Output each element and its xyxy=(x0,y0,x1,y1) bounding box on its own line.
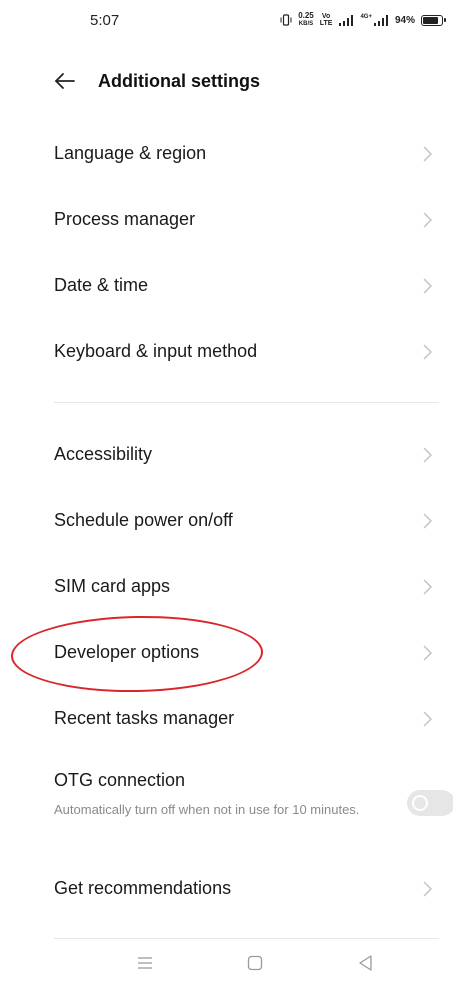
volte-top: Vo xyxy=(321,13,331,20)
speed-value: 0.25 xyxy=(298,11,314,20)
settings-item-label: Process manager xyxy=(54,209,196,229)
volte-bottom: LTE xyxy=(319,20,333,27)
settings-item-accessibility[interactable]: Accessibility xyxy=(0,421,453,487)
chevron-right-icon xyxy=(423,513,433,529)
volte-indicator: Vo LTE xyxy=(320,13,333,27)
settings-item-process-manager[interactable]: Process manager xyxy=(0,186,453,252)
chevron-right-icon xyxy=(423,881,433,897)
settings-item-label: Get recommendations xyxy=(54,878,232,898)
chevron-right-icon xyxy=(423,278,433,294)
chevron-right-icon xyxy=(423,447,433,463)
settings-item-language-region[interactable]: Language & region xyxy=(0,120,453,186)
settings-item-label: SIM card apps xyxy=(54,576,171,596)
settings-item-sublabel: Automatically turn off when not in use f… xyxy=(54,802,360,817)
settings-item-developer-options[interactable]: Developer options xyxy=(0,619,453,685)
signal-icon xyxy=(339,15,354,26)
status-bar: 5:07 0.25 KB/S Vo LTE 4G+ 94% xyxy=(0,0,453,40)
settings-item-sim-card-apps[interactable]: SIM card apps xyxy=(0,553,453,619)
speed-unit: KB/S xyxy=(298,21,314,27)
status-time: 5:07 xyxy=(90,12,120,29)
settings-item-label: Keyboard & input method xyxy=(54,341,258,361)
vibrate-icon xyxy=(280,14,292,26)
settings-item-label: OTG connection xyxy=(54,770,186,790)
header: Additional settings xyxy=(0,58,453,104)
back-triangle-icon[interactable] xyxy=(355,952,377,974)
chevron-right-icon xyxy=(423,344,433,360)
settings-item-label: Recent tasks manager xyxy=(54,708,235,728)
battery-percentage: 94% xyxy=(394,14,415,26)
home-icon[interactable] xyxy=(244,952,266,974)
settings-item-recent-tasks[interactable]: Recent tasks manager xyxy=(0,685,453,751)
signal-icon-2 xyxy=(373,15,388,26)
settings-item-label: Language & region xyxy=(54,143,207,163)
settings-item-otg-connection[interactable]: OTG connection Automatically turn off wh… xyxy=(0,760,453,852)
battery-icon xyxy=(421,14,446,26)
chevron-right-icon xyxy=(423,212,433,228)
menu-icon[interactable] xyxy=(134,952,156,974)
arrow-left-icon[interactable] xyxy=(54,70,76,92)
chevron-right-icon xyxy=(423,146,433,162)
status-icons: 0.25 KB/S Vo LTE 4G+ 94% xyxy=(280,10,446,30)
section-divider xyxy=(54,402,439,403)
chevron-right-icon xyxy=(423,579,433,595)
settings-item-schedule-power[interactable]: Schedule power on/off xyxy=(0,487,453,553)
network-type: 4G+ xyxy=(360,14,372,20)
settings-item-get-recommendations[interactable]: Get recommendations xyxy=(0,855,453,921)
screen: 5:07 0.25 KB/S Vo LTE 4G+ 94% Additional… xyxy=(0,0,453,990)
navigation-bar xyxy=(0,938,453,990)
settings-item-label: Accessibility xyxy=(54,444,153,464)
settings-item-date-time[interactable]: Date & time xyxy=(0,252,453,318)
otg-toggle[interactable] xyxy=(407,790,453,816)
settings-item-keyboard-input[interactable]: Keyboard & input method xyxy=(0,318,453,384)
settings-item-label: Date & time xyxy=(54,275,149,295)
settings-item-label: Developer options xyxy=(54,642,200,662)
page-title: Additional settings xyxy=(98,71,260,91)
mobile-network: 4G+ xyxy=(360,14,389,26)
chevron-right-icon xyxy=(423,711,433,727)
chevron-right-icon xyxy=(423,645,433,661)
toggle-knob xyxy=(412,795,428,811)
settings-item-label: Schedule power on/off xyxy=(54,510,233,530)
network-speed: 0.25 KB/S xyxy=(298,12,314,28)
